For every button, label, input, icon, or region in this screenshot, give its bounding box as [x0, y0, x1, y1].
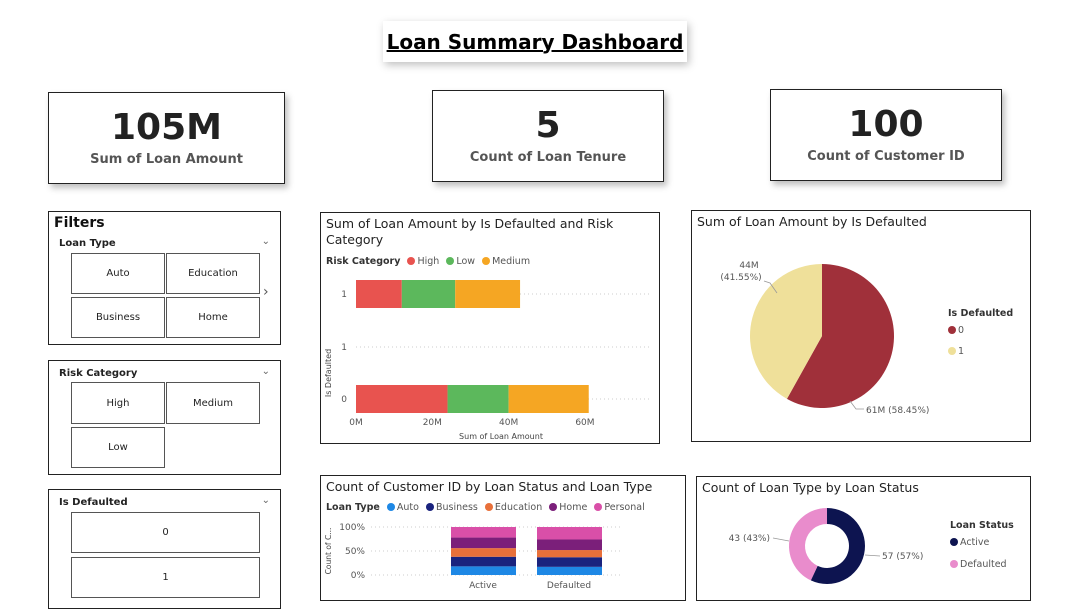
kpi-label: Count of Customer ID	[807, 148, 965, 164]
loan-amount-by-default-risk-chart: Sum of Loan Amount by Is Defaulted and R…	[320, 212, 660, 444]
bar-segment-medium	[508, 385, 589, 413]
bar-segment-low	[401, 280, 456, 308]
data-label: 61M (58.45%)	[866, 406, 929, 416]
legend-item-1: 1	[948, 346, 964, 357]
y-tick-label: 100%	[339, 523, 365, 533]
bar-segment-high	[356, 280, 402, 308]
legend-marker	[948, 347, 956, 355]
is-defaulted-slicer: Is Defaulted ⌄ 0 1	[48, 489, 281, 609]
bar-segment-education	[537, 550, 602, 558]
bar-chart-svg: Is Defaulted Sum of Loan Amount 1 1 0 0M 20M…	[324, 280, 651, 441]
bar-segment-home	[537, 539, 602, 551]
bar-segment-low	[447, 385, 509, 413]
chevron-right-icon[interactable]: ›	[263, 284, 269, 300]
leader-line	[849, 400, 864, 410]
bar-segment-business	[451, 556, 516, 567]
bar-segment-personal	[451, 527, 516, 538]
page-title: Loan Summary Dashboard	[386, 29, 684, 54]
chevron-down-icon[interactable]: ⌄	[262, 236, 270, 247]
legend-item-active: Active	[950, 537, 989, 548]
data-label: 57 (57%)	[882, 552, 923, 562]
risk-category-slicer: Risk Category ⌄ High Medium Low	[48, 360, 281, 475]
leader-line	[864, 554, 881, 557]
x-tick-label: 0M	[349, 418, 363, 428]
bar-segment-medium	[455, 280, 521, 308]
x-tick-label: 40M	[499, 418, 518, 428]
kpi-card-customer-id: 100 Count of Customer ID	[770, 89, 1002, 181]
kpi-value: 5	[535, 104, 561, 146]
loan-type-slicer: Filters Loan Type ⌄ Auto Education Busin…	[48, 211, 281, 345]
legend-marker	[948, 326, 956, 334]
slicer-option-low[interactable]: Low	[71, 427, 165, 468]
kpi-value: 100	[848, 103, 924, 145]
bar-segment-education	[451, 548, 516, 557]
x-tick-label: 20M	[423, 418, 442, 428]
bar-segment-auto	[451, 566, 516, 575]
y-tick-label: 1	[341, 343, 347, 353]
slicer-title: Risk Category	[59, 368, 138, 379]
slicer-option-home[interactable]: Home	[166, 297, 260, 338]
y-tick-label: 0%	[351, 571, 366, 581]
kpi-label: Count of Loan Tenure	[469, 149, 627, 165]
bar-segment-personal	[537, 527, 602, 540]
slicer-option-business[interactable]: Business	[71, 297, 165, 338]
loan-amount-by-default-pie: Sum of Loan Amount by Is Defaulted 44M (…	[691, 210, 1031, 442]
bar-segment-home	[451, 537, 516, 549]
x-axis-title: Sum of Loan Amount	[459, 432, 543, 441]
kpi-value: 105M	[111, 106, 222, 148]
bar-chart-svg: Count of C... 100% 50% 0% Active Defaulted	[324, 523, 621, 591]
y-tick-label: 1	[341, 290, 347, 300]
kpi-label: Sum of Loan Amount	[90, 151, 243, 167]
pie-chart-svg: 44M (41.55%) 61M (58.45%)	[720, 261, 929, 416]
chevron-down-icon[interactable]: ⌄	[262, 495, 270, 506]
slicer-option-auto[interactable]: Auto	[71, 253, 165, 294]
loan-type-by-status-donut: Count of Loan Type by Loan Status 43 (43…	[696, 476, 1031, 601]
y-tick-label: 50%	[345, 547, 365, 557]
slicer-option-education[interactable]: Education	[166, 253, 260, 294]
legend-title: Is Defaulted	[948, 308, 1014, 319]
bar-segment-high	[356, 385, 448, 413]
slicer-option-0[interactable]: 0	[71, 512, 260, 553]
slicer-option-1[interactable]: 1	[71, 557, 260, 598]
filters-heading: Filters	[54, 215, 105, 231]
leader-line	[772, 537, 790, 542]
kpi-card-loan-amount: 105M Sum of Loan Amount	[48, 92, 285, 184]
dashboard-title: Loan Summary Dashboard	[383, 21, 687, 62]
data-label: 44M	[739, 261, 758, 271]
y-axis-title: Count of C...	[324, 528, 333, 575]
kpi-card-loan-tenure: 5 Count of Loan Tenure	[432, 90, 664, 182]
data-label: 43 (43%)	[729, 534, 770, 544]
x-tick-label: Active	[469, 581, 497, 591]
slicer-option-high[interactable]: High	[71, 382, 165, 424]
legend-marker	[950, 560, 958, 568]
y-axis-title: Is Defaulted	[324, 349, 333, 397]
legend-item-0: 0	[948, 325, 964, 336]
y-tick-label: 0	[341, 395, 347, 405]
chevron-down-icon[interactable]: ⌄	[262, 366, 270, 377]
legend-title: Loan Status	[950, 520, 1014, 531]
x-tick-label: Defaulted	[547, 581, 591, 591]
bar-segment-auto	[537, 566, 602, 575]
data-label: (41.55%)	[720, 273, 761, 283]
x-tick-label: 60M	[575, 418, 594, 428]
bar-segment-business	[537, 557, 602, 567]
slicer-option-medium[interactable]: Medium	[166, 382, 260, 424]
legend-item-defaulted: Defaulted	[950, 559, 1007, 570]
slicer-title: Loan Type	[59, 238, 116, 249]
slicer-title: Is Defaulted	[59, 497, 128, 508]
customer-by-status-type-chart: Count of Customer ID by Loan Status and …	[320, 475, 686, 601]
legend-marker	[950, 538, 958, 546]
